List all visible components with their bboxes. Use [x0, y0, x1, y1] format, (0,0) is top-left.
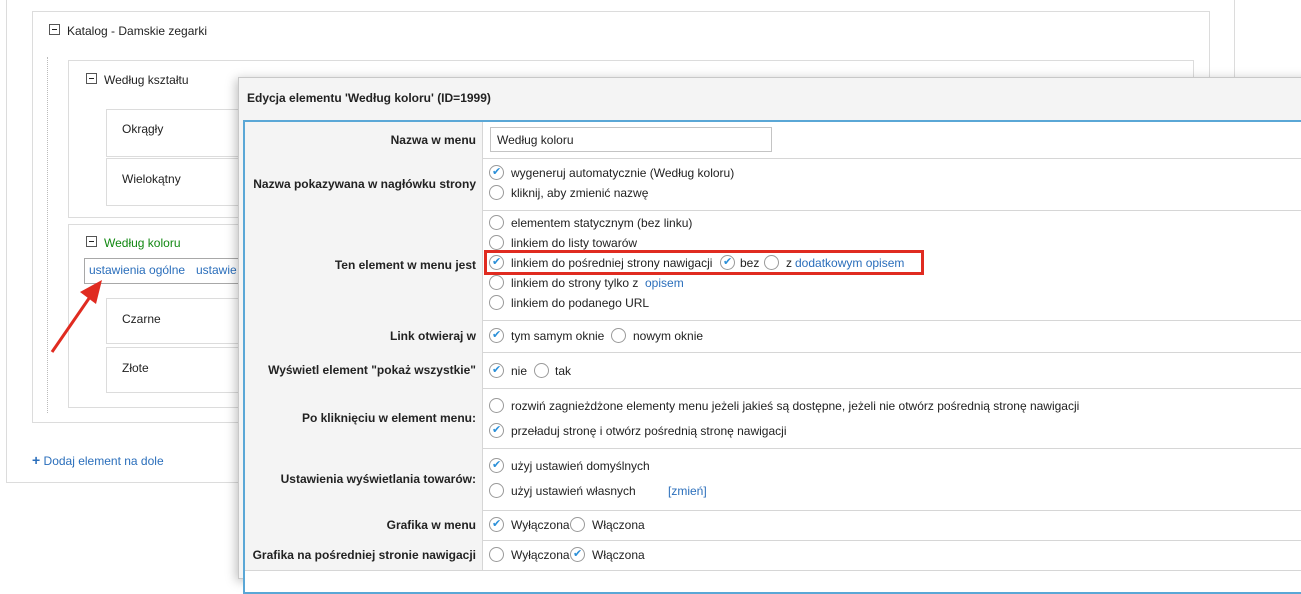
radio-show-all-no[interactable]: [489, 363, 504, 378]
link-open-label: Link otwieraj w: [245, 320, 483, 352]
row-header-name: Nazwa pokazywana w nagłówku strony wygen…: [245, 158, 1301, 211]
radio-same-window[interactable]: [489, 328, 504, 343]
radio-product-list[interactable]: [489, 235, 504, 250]
tree-item-label: Czarne: [122, 312, 161, 326]
description-link[interactable]: opisem: [645, 276, 684, 290]
option-same-window: tym samym oknie: [511, 329, 605, 343]
menu-name-input[interactable]: Według koloru: [490, 127, 772, 152]
edit-form: Nazwa w menu Według koloru Nazwa pokazyw…: [243, 120, 1301, 594]
option-page-only-prefix: linkiem do strony tylko z: [511, 276, 639, 290]
edit-element-dialog: Edycja elementu 'Według koloru' (ID=1999…: [238, 77, 1301, 594]
option-expand-nested: rozwiń zagnieżdżone elementy menu jeżeli…: [511, 399, 1080, 413]
option-auto-generate: wygeneruj automatycznie (Według koloru): [511, 166, 735, 180]
header-name-label: Nazwa pokazywana w nagłówku strony: [245, 158, 483, 210]
menu-name-label: Nazwa w menu: [245, 122, 483, 158]
option-product-list: linkiem do listy towarów: [511, 236, 638, 250]
option-url: linkiem do podanego URL: [511, 296, 650, 310]
option-custom-name: kliknij, aby zmienić nazwę: [511, 186, 649, 200]
option-show-all-yes: tak: [555, 364, 572, 378]
option-own-settings: użyj ustawień własnych: [511, 484, 636, 498]
group-shape-label[interactable]: Według kształtu: [104, 73, 189, 87]
element-type-label: Ten element w menu jest: [245, 210, 483, 320]
option-show-all-no: nie: [511, 364, 528, 378]
row-link-open: Link otwieraj w tym samym oknie nowym ok…: [245, 320, 1301, 353]
radio-custom-name[interactable]: [489, 185, 504, 200]
radio-nav-graphic-off[interactable]: [489, 547, 504, 562]
row-on-click: Po kliknięciu w element menu: rozwiń zag…: [245, 388, 1301, 449]
option-reload-page: przeładuj stronę i otwórz pośrednią stro…: [511, 424, 787, 438]
radio-new-window[interactable]: [611, 328, 626, 343]
option-default-settings: użyj ustawień domyślnych: [511, 459, 650, 473]
option-new-window: nowym oknie: [633, 329, 704, 343]
row-product-display: Ustawienia wyświetlania towarów: użyj us…: [245, 448, 1301, 511]
radio-own-settings[interactable]: [489, 483, 504, 498]
option-menu-graphic-off: Wyłączona: [511, 518, 570, 532]
row-nav-graphic: Grafika na pośredniej stronie nawigacji …: [245, 540, 1301, 571]
menu-graphic-label: Grafika w menu: [245, 510, 483, 540]
radio-page-only[interactable]: [489, 275, 504, 290]
radio-menu-graphic-on[interactable]: [570, 517, 585, 532]
tree-item-label: Złote: [122, 361, 149, 375]
option-menu-graphic-on: Włączona: [592, 518, 645, 532]
collapse-shape-icon[interactable]: [86, 73, 97, 84]
collapse-color-icon[interactable]: [86, 236, 97, 247]
tab-settings-truncated[interactable]: ustawie: [196, 263, 237, 277]
highlight-box: [484, 250, 924, 275]
tree-item-label: Okrągły: [122, 122, 164, 136]
radio-auto-generate[interactable]: [489, 165, 504, 180]
row-show-all: Wyświetl element "pokaż wszystkie" nie t…: [245, 352, 1301, 389]
row-element-type: Ten element w menu jest elementem statyc…: [245, 210, 1301, 321]
add-element-bottom-label: Dodaj element na dole: [43, 454, 164, 468]
tree-item-label: Wielokątny: [122, 172, 181, 186]
change-settings-link[interactable]: [zmień]: [668, 484, 707, 498]
on-click-label: Po kliknięciu w element menu:: [245, 388, 483, 448]
option-nav-graphic-on: Włączona: [592, 548, 645, 562]
product-display-label: Ustawienia wyświetlania towarów:: [245, 448, 483, 510]
radio-expand-nested[interactable]: [489, 398, 504, 413]
show-all-label: Wyświetl element "pokaż wszystkie": [245, 352, 483, 388]
radio-static[interactable]: [489, 215, 504, 230]
row-menu-graphic: Grafika w menu Wyłączona Włączona: [245, 510, 1301, 541]
dialog-title: Edycja elementu 'Według koloru' (ID=1999…: [247, 91, 491, 105]
collapse-root-icon[interactable]: [49, 24, 60, 35]
option-nav-graphic-off: Wyłączona: [511, 548, 570, 562]
catalog-root-label[interactable]: Katalog - Damskie zegarki: [67, 24, 207, 38]
radio-menu-graphic-off[interactable]: [489, 517, 504, 532]
tab-general-settings[interactable]: ustawienia ogólne: [89, 263, 185, 277]
radio-reload-page[interactable]: [489, 423, 504, 438]
annotation-arrow-icon: [50, 280, 102, 353]
group-color-label[interactable]: Według koloru: [104, 236, 181, 250]
option-static: elementem statycznym (bez linku): [511, 216, 693, 230]
row-menu-name: Nazwa w menu Według koloru: [245, 122, 1301, 159]
nav-graphic-label: Grafika na pośredniej stronie nawigacji: [245, 540, 483, 570]
radio-url[interactable]: [489, 295, 504, 310]
radio-nav-graphic-on[interactable]: [570, 547, 585, 562]
radio-show-all-yes[interactable]: [534, 363, 549, 378]
plus-icon: +: [32, 452, 41, 468]
radio-default-settings[interactable]: [489, 458, 504, 473]
add-element-bottom-button[interactable]: + Dodaj element na dole: [32, 452, 164, 468]
